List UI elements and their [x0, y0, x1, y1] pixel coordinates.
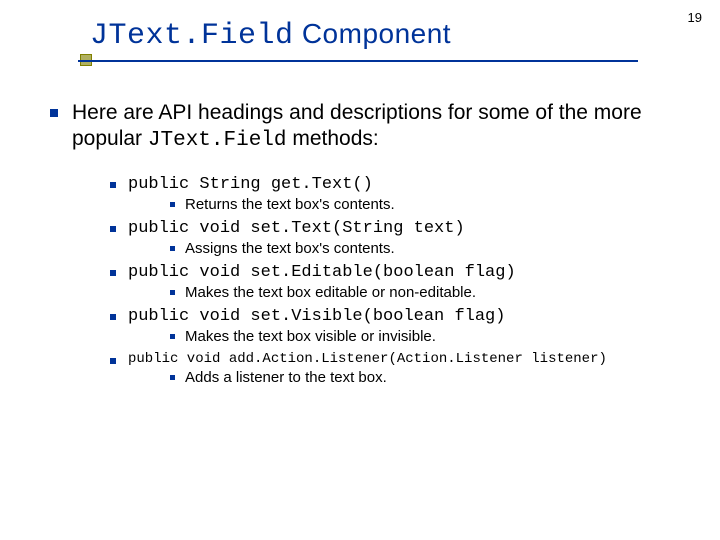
square-bullet-icon: [110, 358, 116, 364]
square-bullet-icon: [50, 109, 58, 117]
square-bullet-icon: [170, 202, 175, 207]
page-number: 19: [688, 10, 702, 25]
square-bullet-icon: [110, 226, 116, 232]
slide-title: JText.Field Component: [90, 18, 451, 53]
method-desc-text: Assigns the text box's contents.: [185, 240, 395, 257]
square-bullet-icon: [170, 290, 175, 295]
method-desc-text: Makes the text box visible or invisible.: [185, 328, 436, 345]
method-sig-text: public void set.Visible(boolean flag): [128, 307, 505, 326]
title-rest: Component: [294, 18, 452, 49]
square-bullet-icon: [110, 270, 116, 276]
square-bullet-icon: [170, 334, 175, 339]
intro-mono: JText.Field: [148, 129, 287, 152]
method-sig-text: public String get.Text(): [128, 175, 373, 194]
method-description: Adds a listener to the text box.: [170, 369, 670, 386]
method-signature: public void set.Text(String text): [110, 219, 670, 238]
method-signature: public void set.Editable(boolean flag): [110, 263, 670, 282]
method-desc-text: Adds a listener to the text box.: [185, 369, 387, 386]
method-description: Makes the text box visible or invisible.: [170, 328, 670, 345]
square-bullet-icon: [170, 246, 175, 251]
body: Here are API headings and descriptions f…: [50, 100, 670, 392]
title-mono: JText.Field: [90, 19, 294, 53]
method-sig-text: public void set.Editable(boolean flag): [128, 263, 516, 282]
slide: 19 JText.Field Component Here are API he…: [0, 0, 720, 540]
method-signature: public void add.Action.Listener(Action.L…: [110, 351, 670, 367]
method-sig-text: public void set.Text(String text): [128, 219, 465, 238]
method-description: Returns the text box's contents.: [170, 196, 670, 213]
method-description: Makes the text box editable or non-edita…: [170, 284, 670, 301]
method-description: Assigns the text box's contents.: [170, 240, 670, 257]
intro-post: methods:: [287, 127, 379, 150]
square-bullet-icon: [170, 375, 175, 380]
intro-text: Here are API headings and descriptions f…: [72, 100, 670, 155]
method-desc-text: Makes the text box editable or non-edita…: [185, 284, 476, 301]
method-sig-text: public void add.Action.Listener(Action.L…: [128, 351, 607, 367]
method-signature: public void set.Visible(boolean flag): [110, 307, 670, 326]
method-desc-text: Returns the text box's contents.: [185, 196, 395, 213]
method-signature: public String get.Text(): [110, 175, 670, 194]
square-bullet-icon: [110, 314, 116, 320]
intro-bullet: Here are API headings and descriptions f…: [50, 100, 670, 155]
square-bullet-icon: [110, 182, 116, 188]
title-rule: [78, 60, 638, 62]
